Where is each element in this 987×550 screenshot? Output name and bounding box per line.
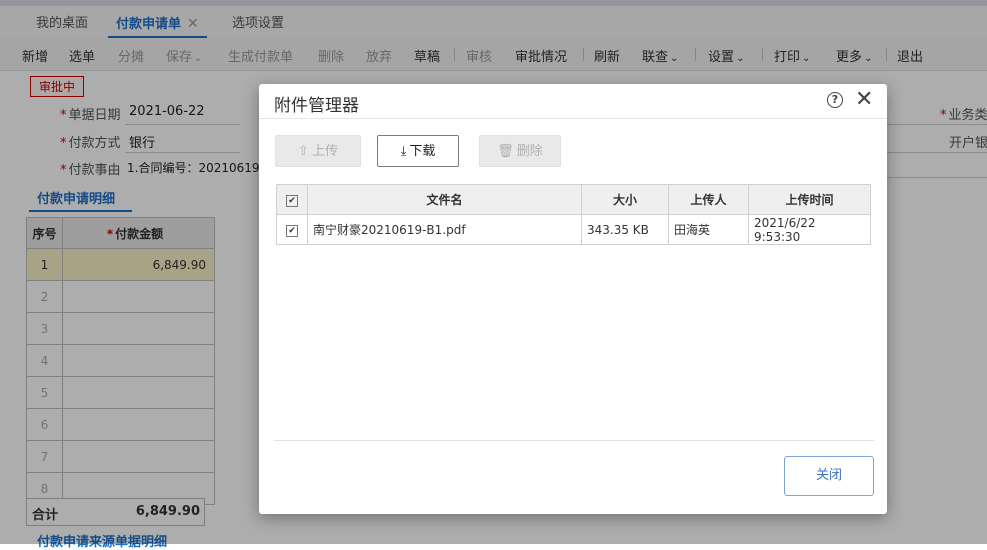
upload-time-header: 上传时间 [748, 184, 871, 215]
attachment-table: ✔ 文件名 大小 上传人 上传时间 ✔ 南宁财豪20210619-B1.pdf … [276, 184, 871, 245]
close-button[interactable]: 关闭 [784, 456, 874, 496]
select-all-checkbox[interactable]: ✔ [276, 184, 308, 215]
attachment-manager-dialog: 附件管理器 ? ✕ ⇧ 上传 ⤓ 下载 🗑 删除 ✔ 文件名 大小 上传人 上传时间 … [259, 84, 887, 514]
download-button[interactable]: ⤓ 下载 [377, 135, 459, 167]
upload-icon: ⇧ [298, 144, 309, 159]
filename-cell: 南宁财豪20210619-B1.pdf [307, 214, 582, 245]
delete-label: 删除 [516, 144, 543, 159]
upload-time-cell: 2021/6/22 9:53:30 [748, 214, 871, 245]
uploader-cell: 田海英 [668, 214, 749, 245]
dialog-divider [259, 118, 887, 119]
size-header: 大小 [581, 184, 669, 215]
table-row[interactable]: ✔ 南宁财豪20210619-B1.pdf 343.35 KB 田海英 2021… [276, 214, 871, 245]
trash-icon: 🗑 [497, 144, 514, 159]
download-label: 下载 [409, 144, 436, 159]
download-icon: ⤓ [400, 144, 407, 159]
dialog-title: 附件管理器 [274, 96, 359, 116]
row-checkbox[interactable]: ✔ [276, 214, 308, 245]
uploader-header: 上传人 [668, 184, 749, 215]
filename-header: 文件名 [307, 184, 582, 215]
delete-attachment-button[interactable]: 🗑 删除 [479, 135, 561, 167]
close-icon[interactable]: ✕ [855, 87, 873, 112]
upload-button[interactable]: ⇧ 上传 [275, 135, 361, 167]
size-cell: 343.35 KB [581, 214, 669, 245]
upload-label: 上传 [311, 144, 338, 159]
help-icon[interactable]: ? [827, 92, 843, 108]
footer-divider [274, 440, 874, 441]
